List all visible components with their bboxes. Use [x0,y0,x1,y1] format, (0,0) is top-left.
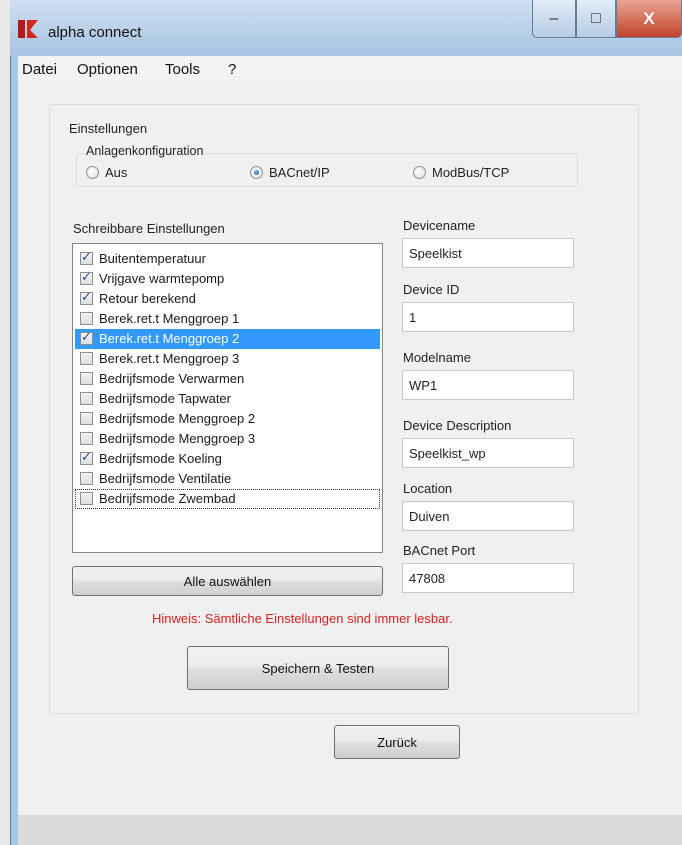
maximize-icon: □ [591,9,601,27]
app-logo-icon [18,18,40,40]
list-item[interactable]: Bedrijfsmode Koeling [75,449,380,469]
hint-text: Hinweis: Sämtliche Einstellungen sind im… [152,611,453,626]
window-title: alpha connect [48,24,142,41]
bacnet-port-field[interactable] [402,563,574,593]
menu-optionen[interactable]: Optionen [77,61,138,78]
checkbox[interactable] [80,392,93,405]
radio-aus-label: Aus [105,165,128,180]
checkbox[interactable] [80,289,93,305]
checkbox[interactable] [80,312,93,325]
list-item[interactable]: Retour berekend [75,289,380,309]
radio-modbus[interactable] [413,166,426,179]
list-item[interactable]: Bedrijfsmode Menggroep 2 [75,409,380,429]
list-item[interactable]: Bedrijfsmode Ventilatie [75,469,380,489]
menu-datei[interactable]: Datei [22,61,57,78]
device-description-label: Device Description [403,418,512,433]
checkbox[interactable] [80,472,93,485]
list-item-focused[interactable]: Bedrijfsmode Zwembad [75,489,380,509]
checkbox[interactable] [80,352,93,365]
checkbox[interactable] [80,372,93,385]
menu-tools[interactable]: Tools [165,61,200,78]
menu-help[interactable]: ? [228,61,236,78]
checkbox[interactable] [80,269,93,285]
maximize-button[interactable]: □ [576,0,616,38]
checkbox[interactable] [80,249,93,265]
device-id-field[interactable] [402,302,574,332]
checkbox[interactable] [80,449,93,465]
window-bottom-edge [18,815,682,845]
device-description-field[interactable] [402,438,574,468]
list-item[interactable]: Vrijgave warmtepomp [75,269,380,289]
list-item[interactable]: Berek.ret.t Menggroep 1 [75,309,380,329]
devicename-field[interactable] [402,238,574,268]
config-group-label: Anlagenkonfiguration [84,144,206,158]
checkbox[interactable] [80,492,93,505]
select-all-button[interactable]: Alle auswählen [72,566,383,596]
list-item[interactable]: Berek.ret.t Menggroep 3 [75,349,380,369]
radio-bacnet[interactable] [250,166,263,179]
list-item-selected[interactable]: Berek.ret.t Menggroep 2 [75,329,380,349]
device-id-label: Device ID [403,282,460,297]
location-label: Location [403,481,453,496]
close-button[interactable]: X [616,0,682,38]
checkbox[interactable] [80,412,93,425]
list-item[interactable]: Bedrijfsmode Tapwater [75,389,380,409]
close-icon: X [643,8,655,28]
settings-group-label: Einstellungen [69,121,148,136]
checkbox[interactable] [80,329,93,345]
devicename-label: Devicename [403,218,476,233]
minimize-button[interactable]: – [532,0,576,38]
back-button[interactable]: Zurück [334,725,460,759]
bacnet-port-label: BACnet Port [403,543,476,558]
modelname-label: Modelname [403,350,471,365]
writable-settings-list[interactable]: Buitentemperatuur Vrijgave warmtepomp Re… [72,243,383,553]
minimize-icon: – [549,9,559,27]
list-item[interactable]: Bedrijfsmode Menggroep 3 [75,429,380,449]
writable-settings-label: Schreibbare Einstellungen [73,221,225,236]
modelname-field[interactable] [402,370,574,400]
save-test-button[interactable]: Speichern & Testen [187,646,449,690]
radio-bacnet-label: BACnet/IP [269,165,330,180]
list-item[interactable]: Buitentemperatuur [75,249,380,269]
list-item[interactable]: Bedrijfsmode Verwarmen [75,369,380,389]
radio-modbus-label: ModBus/TCP [432,165,510,180]
radio-aus[interactable] [86,166,99,179]
checkbox[interactable] [80,432,93,445]
location-field[interactable] [402,501,574,531]
